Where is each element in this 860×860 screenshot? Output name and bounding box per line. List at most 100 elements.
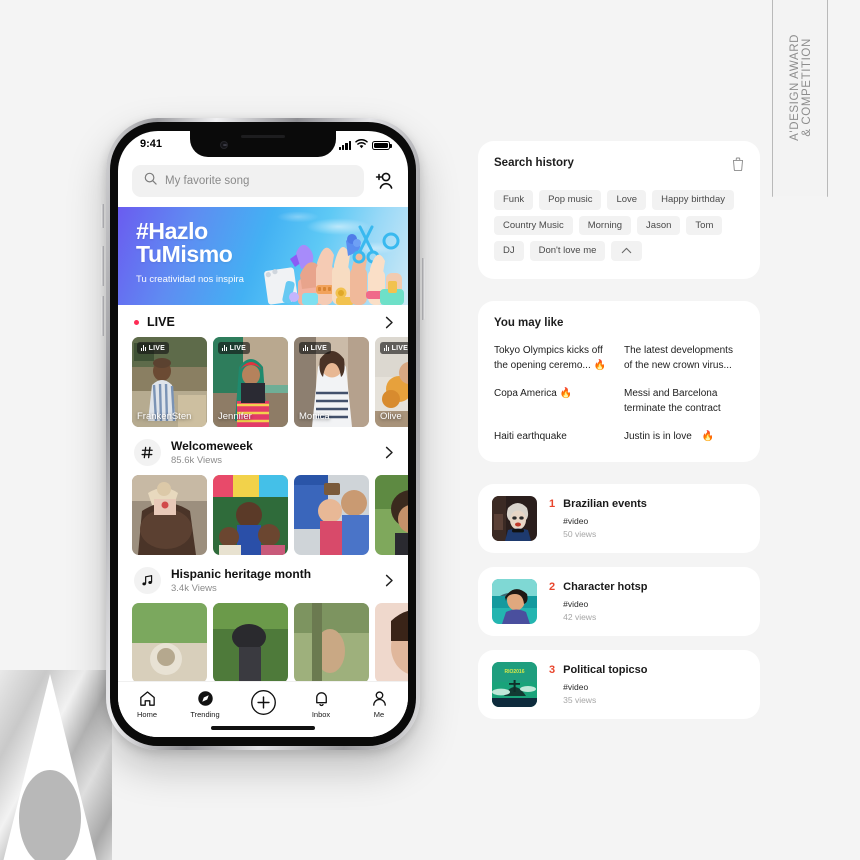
right-panel: Search history Funk Pop music Love Happy… [478, 141, 760, 719]
search-history-tags[interactable]: Funk Pop music Love Happy birthday Count… [494, 190, 744, 261]
live-bars-icon [303, 345, 309, 351]
home-icon [139, 691, 155, 706]
tab-me[interactable]: Me [354, 689, 404, 719]
section-title: Hispanic heritage month [171, 567, 312, 581]
rank-views: 50 views [563, 528, 597, 539]
live-card[interactable]: LIVE FrankenSten [132, 337, 207, 427]
award-ribbon-text: A'DESIGN AWARD & COMPETITION [773, 12, 829, 162]
suggestion-item[interactable]: Haiti earthquake [494, 429, 614, 444]
collapse-history-button[interactable] [611, 241, 643, 261]
history-tag[interactable]: Pop music [539, 190, 602, 210]
search-input[interactable]: My favorite song [132, 165, 364, 197]
svg-text:RIO2016: RIO2016 [504, 669, 524, 675]
live-badge: LIVE [218, 342, 251, 354]
history-tag[interactable]: DJ [494, 241, 524, 261]
chevron-right-icon[interactable] [385, 446, 394, 459]
chevron-right-icon[interactable] [385, 574, 394, 587]
video-thumbnail[interactable] [213, 603, 288, 683]
video-thumbnail[interactable] [132, 603, 207, 683]
suggestion-item[interactable]: Copa America 🔥 [494, 386, 614, 416]
award-line-2: & COMPETITION [801, 37, 813, 137]
live-card[interactable]: LIVE Jennifer [213, 337, 288, 427]
award-ribbon: A'DESIGN AWARD & COMPETITION [772, 0, 829, 197]
tab-inbox[interactable]: Inbox [296, 689, 346, 719]
history-tag[interactable]: Funk [494, 190, 534, 210]
video-thumbnail[interactable] [132, 475, 207, 555]
tab-home[interactable]: Home [122, 689, 172, 719]
rank-item[interactable]: 2 Character hotsp #video 42 views [478, 566, 760, 636]
promo-banner[interactable]: #Hazlo TuMismo Tu creatividad nos inspir… [118, 207, 408, 305]
live-badge: LIVE [137, 342, 170, 354]
suggestion-item[interactable]: The latest developments of the new crown… [624, 343, 744, 373]
notch [190, 131, 336, 157]
mute-switch[interactable] [101, 204, 104, 228]
section-header-hispanic-heritage[interactable]: Hispanic heritage month 3.4k Views [118, 555, 408, 603]
history-tag[interactable]: Country Music [494, 215, 573, 235]
section-header-welcomeweek[interactable]: Welcomeweek 85.6k Views [118, 427, 408, 475]
suggestion-item[interactable]: Justin is in love 🔥 [624, 429, 744, 444]
live-card[interactable]: LIVE Olive [375, 337, 408, 427]
rank-thumbnail [492, 578, 537, 624]
history-tag[interactable]: Love [607, 190, 647, 210]
front-camera-icon [220, 141, 228, 149]
you-may-like-card: You may like Tokyo Olympics kicks off th… [478, 300, 760, 462]
suggestion-item[interactable]: Tokyo Olympics kicks off the opening cer… [494, 343, 614, 373]
rank-number: 2 [549, 581, 556, 594]
suggestion-text: Messi and Barcelona terminate the contra… [624, 387, 721, 414]
live-badge-label: LIVE [391, 344, 408, 352]
home-indicator [211, 726, 315, 730]
rank-title: Character hotsp [563, 581, 648, 594]
suggestion-item[interactable]: Messi and Barcelona terminate the contra… [624, 386, 744, 416]
live-badge: LIVE [380, 342, 408, 354]
power-button[interactable] [422, 258, 425, 320]
volume-up-button[interactable] [101, 246, 104, 286]
volume-down-button[interactable] [101, 296, 104, 336]
live-card[interactable]: LIVE Monica [294, 337, 369, 427]
person-icon [372, 691, 386, 706]
trash-icon[interactable] [732, 157, 744, 176]
history-tag[interactable]: Tom [686, 215, 723, 235]
tab-trending[interactable]: Trending [180, 689, 230, 719]
tab-label: Trending [190, 710, 220, 719]
video-thumbnail[interactable] [375, 475, 408, 555]
video-thumbnail[interactable] [294, 603, 369, 683]
rank-tag[interactable]: #video [563, 682, 647, 692]
video-thumbnail[interactable] [294, 475, 369, 555]
live-badge-label: LIVE [229, 344, 247, 352]
live-bars-icon [141, 345, 147, 351]
video-thumbnail[interactable] [213, 475, 288, 555]
live-host-name: Monica [299, 411, 330, 422]
rank-tag[interactable]: #video [563, 516, 647, 526]
hispanic-heritage-thumbnails[interactable] [118, 603, 408, 683]
trending-rank-list: 1 Brazilian events #video 50 views 2 Cha… [478, 483, 760, 719]
history-tag[interactable]: Morning [578, 215, 632, 235]
history-tag[interactable]: Jason [637, 215, 681, 235]
banner-line-2: TuMismo [136, 241, 233, 268]
live-bars-icon [384, 345, 390, 351]
welcomeweek-thumbnails[interactable] [118, 475, 408, 555]
bell-icon [315, 692, 327, 707]
live-section-header[interactable]: LIVE [118, 305, 408, 337]
rank-tag[interactable]: #video [563, 599, 647, 609]
hot-fire-icon: 🔥 [559, 387, 573, 399]
hashtag-icon [134, 439, 161, 466]
rank-item[interactable]: 1 Brazilian events #video 50 views [478, 483, 760, 553]
chevron-right-icon[interactable] [385, 316, 394, 329]
live-host-name: FrankenSten [137, 411, 192, 422]
history-tag[interactable]: Don't love me [529, 241, 606, 261]
chevron-up-icon [622, 248, 632, 254]
you-may-like-title: You may like [494, 316, 564, 329]
plus-icon [250, 690, 276, 715]
you-may-like-list[interactable]: Tokyo Olympics kicks off the opening cer… [494, 343, 744, 444]
suggestion-text: Tokyo Olympics kicks off the opening cer… [494, 344, 603, 371]
add-person-icon[interactable] [372, 169, 396, 193]
live-thumbnails-row[interactable]: LIVE FrankenSten LIVE Jennifer LIVE Moni… [118, 337, 408, 427]
award-line-1: A'DESIGN AWARD [788, 33, 801, 141]
tab-create[interactable] [238, 689, 288, 718]
rank-views: 35 views [563, 694, 597, 705]
section-title: Welcomeweek [171, 439, 253, 453]
hot-fire-icon: 🔥 [593, 359, 606, 371]
history-tag[interactable]: Happy birthday [652, 190, 734, 210]
video-thumbnail[interactable] [375, 603, 408, 683]
rank-item[interactable]: RIO2016 3 Political topicso #video 35 vi… [478, 649, 760, 719]
